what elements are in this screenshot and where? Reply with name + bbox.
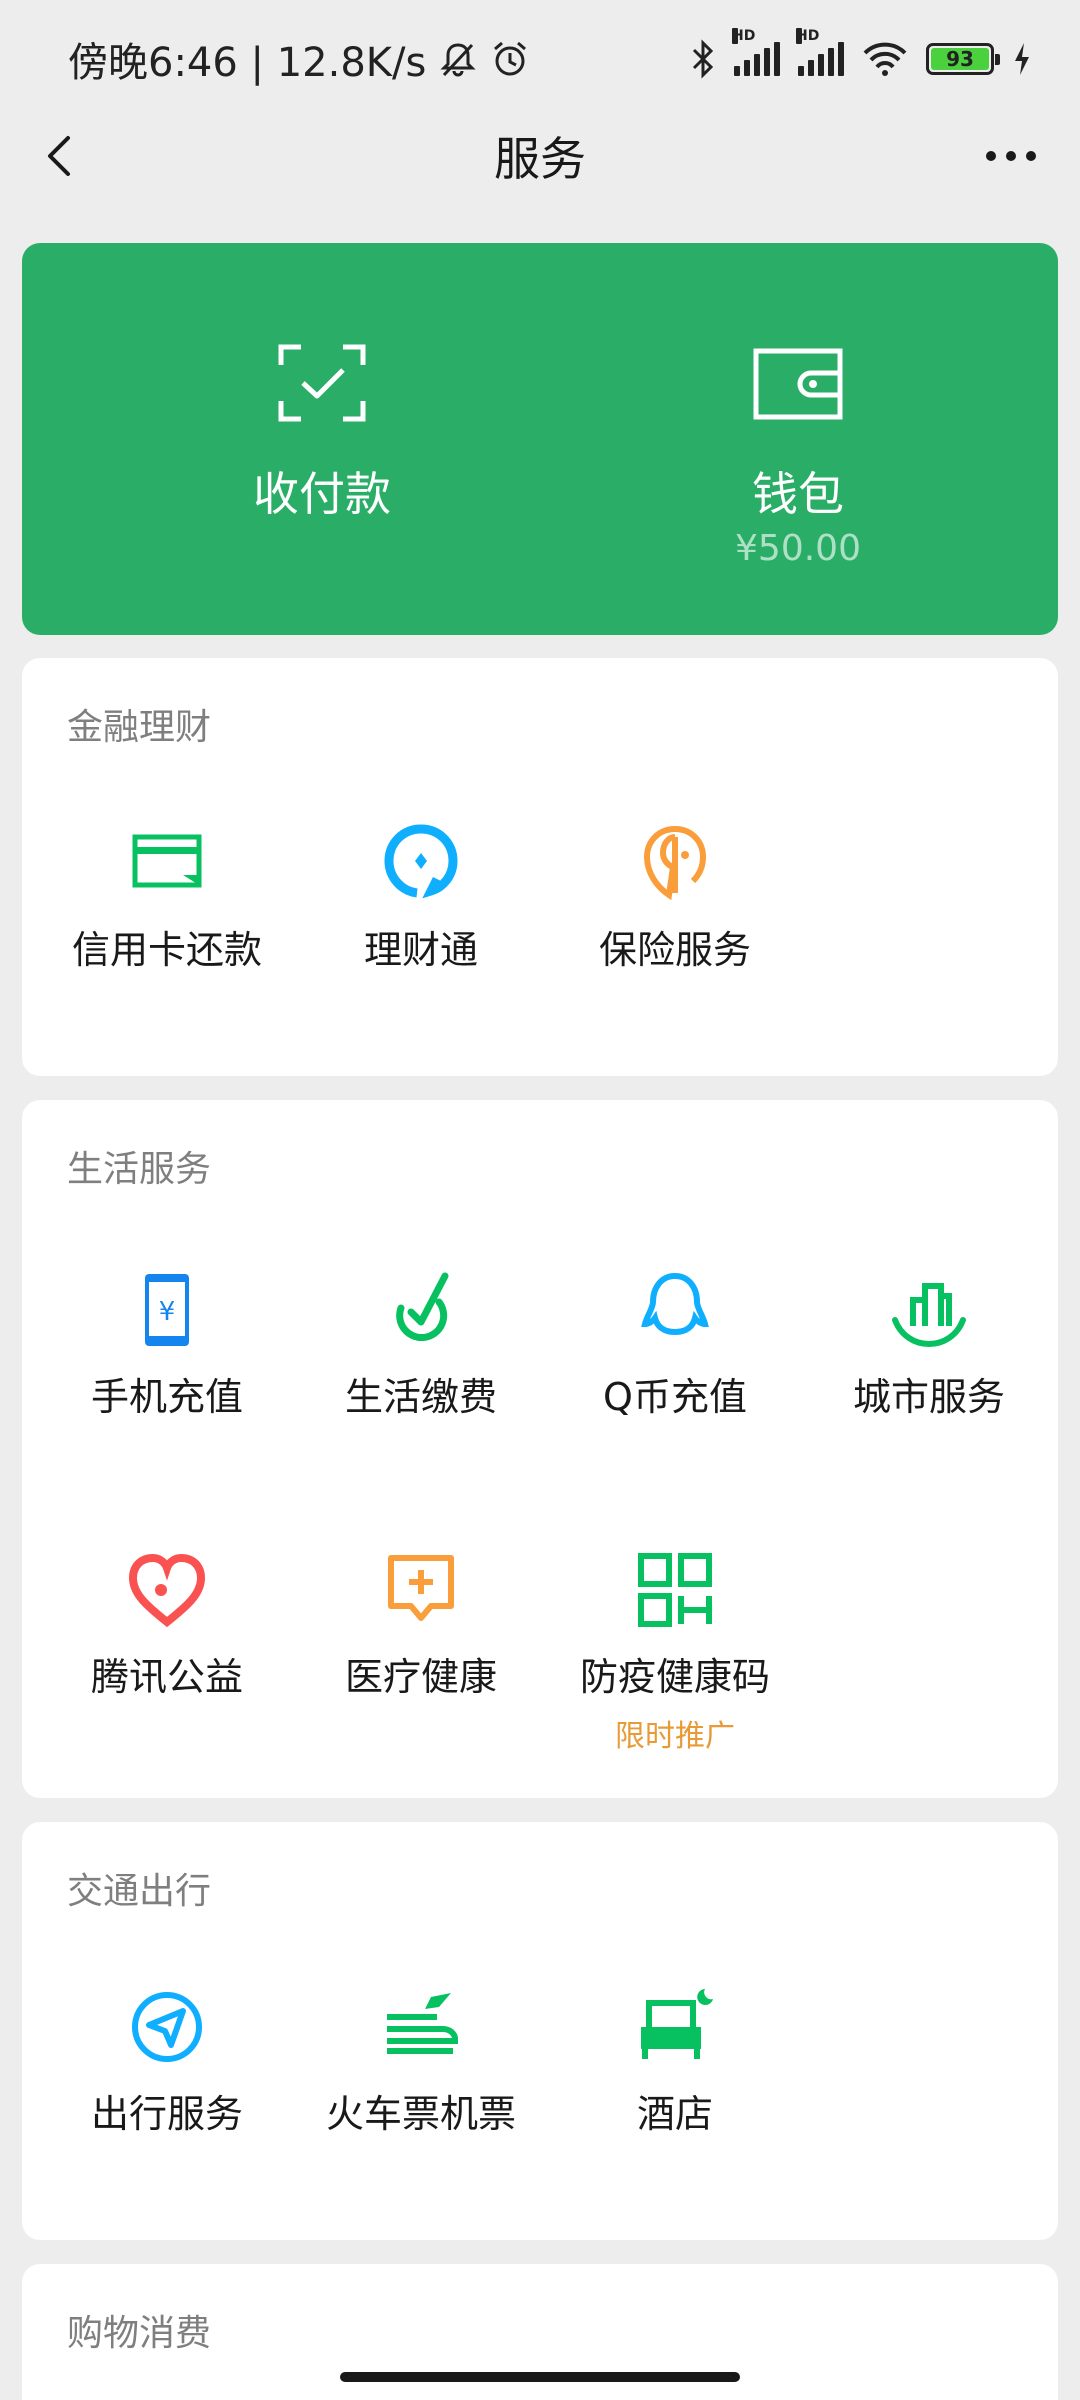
insurance-icon	[643, 826, 707, 901]
utility-payment-item[interactable]: 生活缴费	[294, 1270, 548, 1421]
item-label: 酒店	[636, 2092, 713, 2136]
charity-item[interactable]: 腾讯公益	[40, 1550, 294, 1701]
train-flight-item[interactable]: 火车票机票	[294, 1987, 548, 2138]
wallet-button[interactable]: 钱包 ¥50.00	[638, 243, 958, 635]
item-label: 手机充值	[90, 1375, 243, 1419]
section-life-services: 生活服务 ¥ 手机充值 生活缴费 Q币充值 城市服务 腾讯公益 医疗健康 防疫健…	[22, 1100, 1058, 1798]
health-code-icon	[638, 1553, 712, 1627]
medical-item[interactable]: 医疗健康	[294, 1550, 548, 1701]
item-label: 理财通	[363, 928, 478, 972]
scan-check-icon	[278, 344, 366, 422]
section-title: 交通出行	[67, 1871, 212, 1912]
phone-topup-item[interactable]: ¥ 手机充值	[40, 1270, 294, 1421]
signal-2-icon: HD	[796, 28, 844, 76]
item-label: Q币充值	[603, 1375, 747, 1419]
bell-muted-icon	[440, 43, 476, 77]
status-left: 傍晚6:46 | 12.8K/s	[68, 30, 530, 88]
insurance-item[interactable]: 保险服务	[548, 823, 802, 974]
pay-receive-button[interactable]: 收付款	[162, 243, 482, 635]
item-label: 城市服务	[852, 1375, 1005, 1419]
city-service-icon	[892, 1283, 966, 1348]
charging-icon	[1015, 43, 1029, 75]
credit-card-repay-item[interactable]: 信用卡还款	[40, 823, 294, 974]
hotel-icon	[641, 1989, 713, 2059]
item-label: 医疗健康	[344, 1655, 497, 1699]
section-title: 购物消费	[67, 2313, 212, 2354]
status-bar: 傍晚6:46 | 12.8K/s HD HD 93	[0, 0, 1080, 118]
pay-receive-label: 收付款	[253, 467, 391, 521]
wealth-icon	[384, 824, 458, 899]
pay-card: 收付款 钱包 ¥50.00	[22, 243, 1058, 635]
promo-tag: 限时推广	[615, 1719, 735, 1754]
charity-icon	[128, 1553, 206, 1628]
health-code-item[interactable]: 防疫健康码 限时推广	[548, 1550, 802, 1755]
home-indicator[interactable]	[340, 2372, 740, 2382]
navigation-bar: 服务	[0, 118, 1080, 194]
bluetooth-icon	[692, 39, 714, 79]
city-service-item[interactable]: 城市服务	[802, 1270, 1056, 1421]
status-time: 傍晚6:46 | 12.8K/s	[68, 40, 427, 86]
item-label: 腾讯公益	[90, 1655, 243, 1699]
travel-icon	[132, 1992, 202, 2062]
wallet-balance: ¥50.00	[735, 528, 861, 569]
item-label: 保险服务	[598, 928, 751, 972]
wallet-label: 钱包	[752, 467, 844, 521]
section-finance: 金融理财 信用卡还款 理财通 保险服务	[22, 658, 1058, 1076]
section-title: 金融理财	[67, 707, 212, 748]
qq-coin-icon	[641, 1272, 709, 1336]
more-dot	[1006, 151, 1016, 161]
section-transport: 交通出行 出行服务 火车票机票 酒店	[22, 1822, 1058, 2240]
credit-card-icon	[132, 834, 202, 888]
signal-1-icon: HD	[732, 28, 780, 76]
section-title: 生活服务	[67, 1149, 212, 1190]
status-right: HD HD 93	[690, 28, 1032, 79]
back-arrow-icon[interactable]	[32, 126, 92, 186]
phone-topup-icon: ¥	[145, 1274, 189, 1346]
item-label: 火车票机票	[325, 2092, 516, 2136]
item-label: 出行服务	[90, 2092, 243, 2136]
utility-payment-icon	[396, 1272, 449, 1342]
battery-indicator: 93	[926, 43, 1000, 75]
wallet-icon	[753, 348, 843, 420]
train-flight-icon	[387, 1993, 458, 2054]
medical-icon	[388, 1555, 454, 1621]
alarm-icon	[494, 41, 527, 76]
hotel-item[interactable]: 酒店	[548, 1987, 802, 2138]
travel-service-item[interactable]: 出行服务	[40, 1987, 294, 2138]
more-dot	[986, 151, 996, 161]
hd-label: HD	[732, 28, 756, 44]
more-dot	[1026, 151, 1036, 161]
item-label: 防疫健康码	[579, 1655, 770, 1699]
hd-label: HD	[796, 28, 820, 44]
svg-text:¥: ¥	[159, 1297, 176, 1327]
wifi-icon	[863, 42, 907, 76]
page-title: 服务	[494, 132, 586, 186]
item-label: 生活缴费	[344, 1375, 497, 1419]
battery-level: 93	[946, 47, 974, 71]
more-options-button[interactable]	[976, 126, 1046, 186]
item-label: 信用卡还款	[71, 928, 262, 972]
qq-coin-item[interactable]: Q币充值	[548, 1270, 802, 1421]
wealth-item[interactable]: 理财通	[294, 823, 548, 974]
